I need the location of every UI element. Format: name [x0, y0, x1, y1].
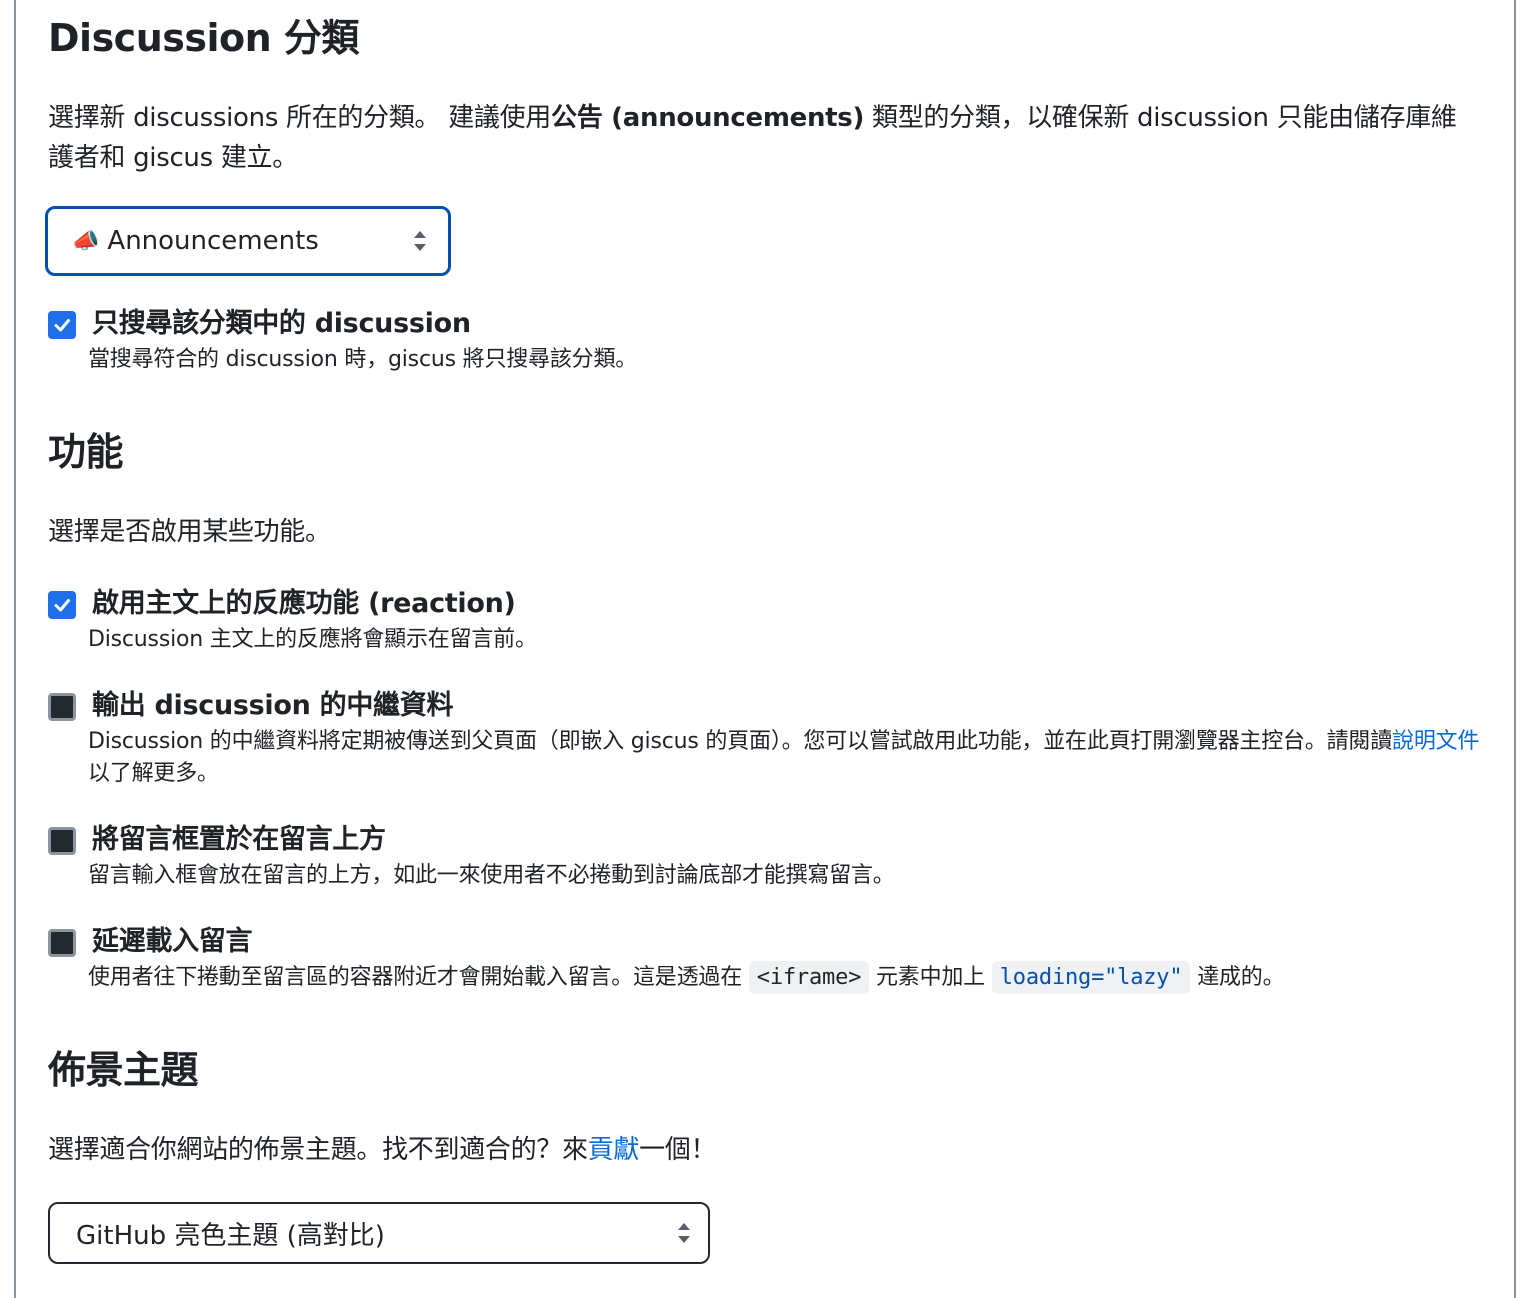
announcements-emphasis: 公告 (announcements): [551, 103, 865, 133]
reactions-desc: Discussion 主文上的反應將會顯示在留言前。: [88, 627, 537, 652]
metadata-title: 輸出 discussion 的中繼資料: [92, 690, 454, 721]
documentation-link[interactable]: 說明文件: [1392, 729, 1479, 754]
strict-category-checkbox[interactable]: [48, 311, 76, 339]
strict-category-desc: 當搜尋符合的 discussion 時，giscus 將只搜尋該分類。: [88, 347, 638, 372]
metadata-checkbox[interactable]: [48, 693, 76, 721]
input-top-desc: 留言輸入框會放在留言的上方，如此一來使用者不必捲動到討論底部才能撰寫留言。: [88, 863, 895, 888]
category-select-value: Announcements: [107, 226, 319, 256]
contribute-link[interactable]: 貢獻: [588, 1135, 640, 1165]
select-arrows-icon: [678, 1223, 690, 1243]
select-arrows-icon: [414, 231, 426, 251]
input-top-checkbox[interactable]: [48, 827, 76, 855]
reactions-checkbox[interactable]: [48, 591, 76, 619]
category-select[interactable]: 📣 Announcements: [45, 206, 451, 276]
lazy-load-checkbox[interactable]: [48, 929, 76, 957]
loading-lazy-code: loading="lazy": [991, 961, 1191, 994]
theme-select-value: GitHub 亮色主題 (高對比): [76, 1220, 385, 1251]
checkmark-icon: [54, 319, 70, 332]
theme-description: 選擇適合你網站的佈景主題。找不到適合的？來貢獻一個！: [48, 1135, 717, 1165]
lazy-load-desc: 使用者往下捲動至留言區的容器附近才會開始載入留言。這是透過在 <iframe> …: [88, 961, 1488, 994]
features-description: 選擇是否啟用某些功能。: [48, 517, 331, 547]
megaphone-icon: 📣: [72, 228, 100, 254]
lazy-load-title: 延遲載入留言: [92, 926, 253, 957]
theme-heading: 佈景主題: [48, 1048, 199, 1092]
features-heading: 功能: [48, 430, 124, 474]
iframe-code: <iframe>: [748, 961, 870, 994]
metadata-desc: Discussion 的中繼資料將定期被傳送到父頁面（即嵌入 giscus 的頁…: [88, 729, 1480, 786]
input-top-title: 將留言框置於在留言上方: [92, 824, 386, 855]
category-heading: Discussion 分類: [48, 16, 359, 60]
strict-category-title: 只搜尋該分類中的 discussion: [92, 308, 471, 339]
theme-select[interactable]: GitHub 亮色主題 (高對比): [48, 1202, 710, 1264]
checkmark-icon: [54, 599, 70, 612]
reactions-title: 啟用主文上的反應功能 (reaction): [92, 588, 516, 619]
category-description: 選擇新 discussions 所在的分類。 建議使用公告 (announcem…: [48, 103, 1457, 173]
